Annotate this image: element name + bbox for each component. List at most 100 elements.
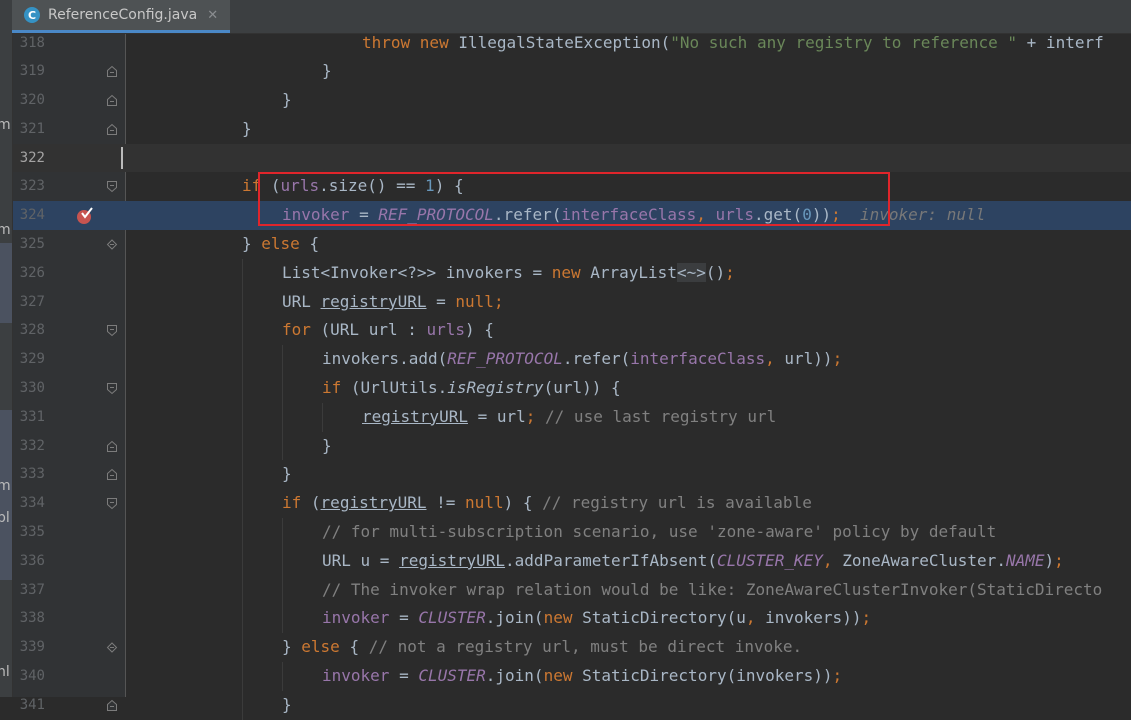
- line-number[interactable]: 321: [12, 115, 45, 144]
- line-number[interactable]: 320: [12, 86, 45, 115]
- code-token: registryURL: [362, 406, 468, 426]
- code-line[interactable]: 319}: [0, 57, 1131, 86]
- code-token: {: [309, 234, 320, 254]
- line-number[interactable]: 333: [12, 460, 45, 489]
- code-token: ;: [525, 406, 546, 426]
- code-text[interactable]: if (registryURL != null) { // registry u…: [282, 489, 812, 518]
- side-selection-strip: [0, 410, 12, 580]
- code-line[interactable]: 321}: [0, 115, 1131, 144]
- code-token: if: [282, 493, 311, 513]
- code-line[interactable]: 330 if (UrlUtils.isRegistry(url)) {: [0, 374, 1131, 403]
- code-text[interactable]: registryURL = url; // use last registry …: [362, 403, 776, 432]
- fold-marker-icon[interactable]: [106, 123, 118, 136]
- code-line[interactable]: 332}: [0, 431, 1131, 461]
- line-number[interactable]: 331: [12, 403, 45, 432]
- code-token: CLUSTER_KEY: [716, 550, 823, 570]
- code-text[interactable]: }: [322, 57, 332, 86]
- code-token: }: [282, 464, 292, 484]
- code-text[interactable]: }: [322, 432, 332, 461]
- code-line[interactable]: 340 invoker = CLUSTER.join(new StaticDire…: [0, 662, 1131, 691]
- line-number[interactable]: 322: [12, 144, 45, 173]
- code-line[interactable]: 331 registryURL = url; // use last regist…: [0, 402, 1131, 432]
- fold-marker-icon[interactable]: [106, 65, 118, 78]
- code-text[interactable]: invoker = CLUSTER.join(new StaticDirecto…: [322, 604, 871, 633]
- line-number[interactable]: 338: [12, 604, 45, 633]
- fold-marker-icon[interactable]: [106, 324, 118, 337]
- code-text[interactable]: }: [282, 460, 292, 489]
- line-number[interactable]: 330: [12, 374, 45, 403]
- code-line[interactable]: 327 URL registryURL = null;: [0, 287, 1131, 317]
- line-number[interactable]: 328: [12, 316, 45, 345]
- code-line[interactable]: 329 invokers.add(REF_PROTOCOL.refer(inter…: [0, 345, 1131, 375]
- code-text[interactable]: }: [282, 691, 292, 720]
- code-text[interactable]: invokers.add(REF_PROTOCOL.refer(interfac…: [322, 345, 842, 374]
- code-text[interactable]: invoker = CLUSTER.join(new StaticDirecto…: [322, 662, 842, 691]
- code-text[interactable]: // for multi-subscription scenario, use …: [322, 518, 996, 547]
- line-number[interactable]: 327: [12, 288, 45, 317]
- code-line[interactable]: 337 // The invoker wrap relation would be…: [0, 575, 1131, 605]
- code-text[interactable]: URL u = registryURL.addParameterIfAbsent…: [322, 547, 1064, 576]
- code-line[interactable]: 322: [0, 143, 1131, 173]
- text-cursor: [121, 146, 123, 169]
- line-number[interactable]: 323: [12, 172, 45, 201]
- code-token: NAME: [1005, 550, 1045, 570]
- code-text[interactable]: } else { // not a registry url, must be …: [282, 633, 802, 662]
- line-number[interactable]: 339: [12, 633, 45, 662]
- line-number[interactable]: 329: [12, 345, 45, 374]
- line-number[interactable]: 319: [12, 57, 45, 86]
- code-line[interactable]: 334 if (registryURL != null) { // registr…: [0, 489, 1131, 519]
- line-number[interactable]: 336: [12, 547, 45, 576]
- code-line[interactable]: 338 invoker = CLUSTER.join(new StaticDire…: [0, 604, 1131, 634]
- code-token: ArrayList: [590, 262, 677, 282]
- close-icon[interactable]: ✕: [207, 8, 218, 23]
- code-text[interactable]: URL registryURL = null;: [282, 288, 504, 317]
- code-text[interactable]: for (URL url : urls) {: [282, 316, 494, 345]
- code-line[interactable]: 336 URL u = registryURL.addParameterIfAbs…: [0, 546, 1131, 576]
- indent-guide: [242, 345, 243, 375]
- fold-marker-icon[interactable]: [106, 180, 118, 193]
- code-token: new: [543, 666, 583, 686]
- code-text[interactable]: } else {: [242, 230, 319, 259]
- fold-marker-icon[interactable]: [106, 468, 118, 481]
- code-text[interactable]: List<Invoker<?>> invokers = new ArrayLis…: [282, 259, 735, 288]
- code-token: new: [419, 32, 459, 52]
- code-line[interactable]: 335 // for multi-subscription scenario, u…: [0, 518, 1131, 547]
- side-tool-window[interactable]: · m m m pl nl: [0, 0, 13, 697]
- line-number[interactable]: 334: [12, 489, 45, 518]
- code-text[interactable]: if (UrlUtils.isRegistry(url)) {: [322, 374, 621, 403]
- fold-marker-icon[interactable]: [106, 94, 118, 107]
- code-line[interactable]: 333}: [0, 460, 1131, 490]
- editor-tab-bar: C ReferenceConfig.java ✕: [12, 0, 1131, 34]
- fold-marker-icon[interactable]: [106, 440, 118, 453]
- fold-marker-icon[interactable]: [106, 382, 118, 395]
- line-number[interactable]: 337: [12, 576, 45, 605]
- line-number[interactable]: 335: [12, 518, 45, 547]
- line-number[interactable]: 326: [12, 259, 45, 288]
- tab-reference-config[interactable]: C ReferenceConfig.java ✕: [12, 0, 230, 33]
- code-line[interactable]: 339 } else { // not a registry url, must …: [0, 633, 1131, 663]
- line-number[interactable]: 341: [12, 691, 45, 720]
- code-token: (: [310, 493, 321, 513]
- code-text[interactable]: // The invoker wrap relation would be li…: [322, 576, 1102, 605]
- code-line[interactable]: 325 } else {: [0, 230, 1131, 259]
- line-number[interactable]: 332: [12, 432, 45, 461]
- code-token: else: [301, 637, 350, 657]
- code-line[interactable]: 320}: [0, 86, 1131, 115]
- code-token: // registry url is available: [542, 493, 812, 513]
- line-number[interactable]: 324: [12, 201, 45, 230]
- code-text[interactable]: }: [282, 86, 292, 115]
- fold-marker-icon[interactable]: [106, 238, 118, 251]
- fold-marker-icon[interactable]: [106, 641, 118, 654]
- line-number[interactable]: 325: [12, 230, 45, 259]
- code-line[interactable]: 341}: [0, 690, 1131, 720]
- code-editor[interactable]: 318 throw new IllegalStateException("No s…: [0, 29, 1131, 720]
- line-number[interactable]: 340: [12, 662, 45, 691]
- code-token: url)): [784, 349, 833, 369]
- code-text[interactable]: }: [242, 115, 252, 144]
- breakpoint-checked-icon[interactable]: [76, 207, 94, 225]
- code-line[interactable]: 328 for (URL url : urls) {: [0, 316, 1131, 346]
- code-token: invokers)): [765, 608, 862, 628]
- code-line[interactable]: 326 List<Invoker<?>> invokers = new Array…: [0, 258, 1131, 288]
- fold-marker-icon[interactable]: [106, 699, 118, 712]
- fold-marker-icon[interactable]: [106, 497, 118, 510]
